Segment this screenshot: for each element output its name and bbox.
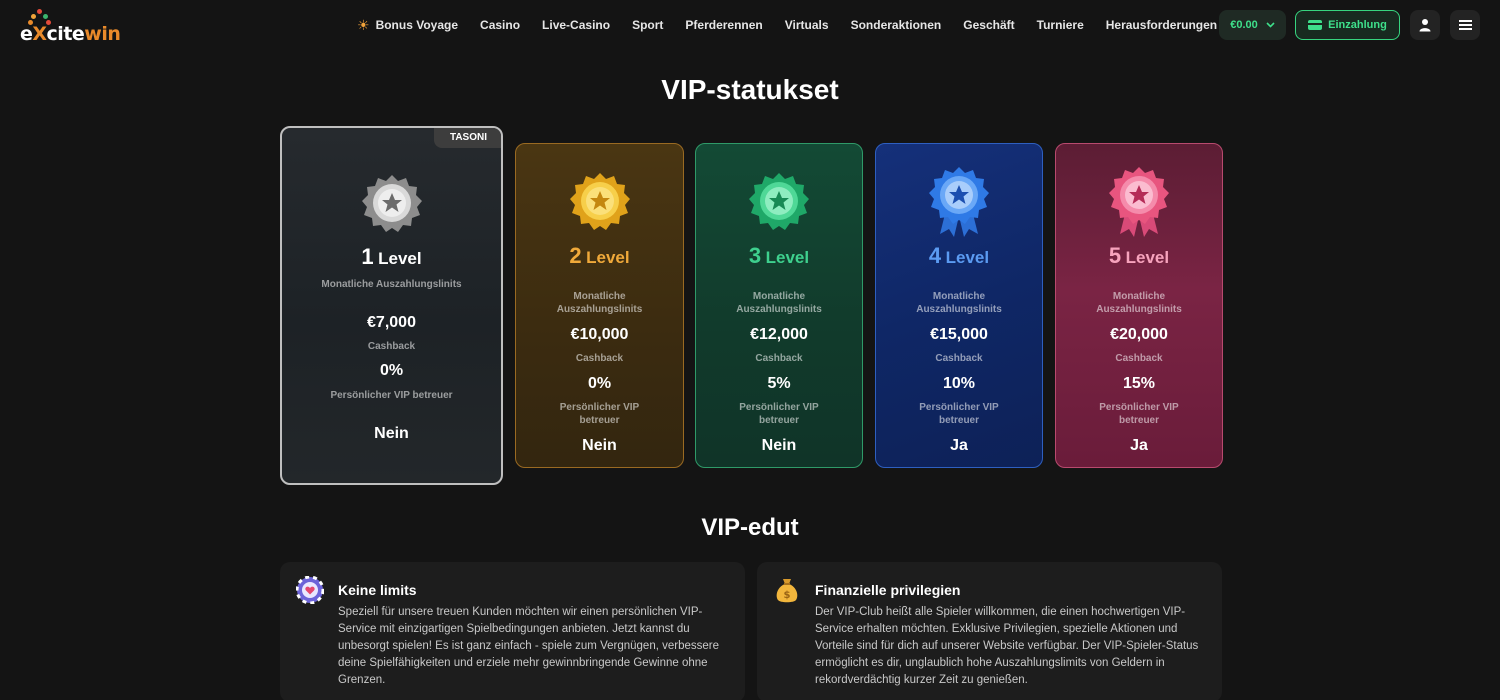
vip-manager-label: Persönlicher VIP betreuer <box>919 402 999 426</box>
hamburger-menu-icon <box>1458 20 1472 30</box>
nav-item-sport[interactable]: Sport <box>632 18 663 32</box>
vip-manager-value: Ja <box>950 437 968 454</box>
vip-status-title: VIP-statukset <box>661 74 839 105</box>
withdrawal-limit-value: €10,000 <box>570 326 629 343</box>
gold-medal-icon <box>569 173 630 230</box>
level-heading: 5 Level <box>1108 243 1170 268</box>
nav-item-virtuals[interactable]: Virtuals <box>785 18 829 32</box>
withdrawal-limit-value: €7,000 <box>367 314 416 331</box>
cashback-value: 0% <box>379 362 404 379</box>
nav-item-live-casino[interactable]: Live-Casino <box>542 18 610 32</box>
cashback-value: 10% <box>942 375 976 392</box>
vip-benefits-title: VIP-edut <box>701 514 799 541</box>
sun-icon: ☀ <box>357 16 370 33</box>
vip-manager-label: Persönlicher VIP betreuer <box>559 402 640 426</box>
vip-manager-label: Persönlicher VIP betreuer <box>739 402 819 426</box>
benefit-card-financial-privileges: $ Finanzielle privilegien Der VIP-Club h… <box>757 562 1222 700</box>
vip-card-level-5[interactable]: 5 Level Monatliche Auszahlungslinits €20… <box>1055 143 1223 468</box>
cashback-label: Cashback <box>935 353 983 364</box>
cashback-label: Cashback <box>755 353 803 364</box>
nav-label: Bonus Voyage <box>375 18 459 32</box>
withdrawal-limit-value: €15,000 <box>930 326 988 343</box>
credit-card-icon <box>1308 20 1323 30</box>
benefit-title: Finanzielle privilegien <box>815 582 961 598</box>
level-heading: 2 Level <box>569 243 630 268</box>
nav-item-promotions[interactable]: Sonderaktionen <box>851 18 942 32</box>
excitewin-logo[interactable]: eXcitewin <box>20 9 121 45</box>
withdrawal-limit-label: Monatliche Auszahlungslinits <box>916 291 1002 315</box>
deposit-label: Einzahlung <box>1328 19 1387 31</box>
vip-manager-value: Nein <box>582 437 617 454</box>
vip-card-level-4[interactable]: 4 Level Monatliche Auszahlungslinits €15… <box>875 143 1043 468</box>
vip-card-level-2[interactable]: 2 Level Monatliche Auszahlungslinits €10… <box>515 143 684 468</box>
menu-button[interactable] <box>1450 10 1480 40</box>
level-heading: 1 Level <box>361 244 422 269</box>
vip-manager-value: Nein <box>761 437 797 454</box>
nav-item-challenges[interactable]: Herausforderungen <box>1106 18 1217 32</box>
cashback-value: 15% <box>1122 375 1156 392</box>
top-header: eXcitewin ☀ Bonus Voyage Casino Live-Casi… <box>0 0 1500 50</box>
cashback-label: Cashback <box>1115 353 1163 364</box>
ruby-medal-icon <box>1109 167 1169 237</box>
sapphire-medal-icon <box>929 167 989 237</box>
withdrawal-limit-value: €12,000 <box>750 326 808 343</box>
vip-manager-label: Persönlicher VIP betreuer <box>1099 402 1179 426</box>
cashback-label: Cashback <box>575 353 624 364</box>
chevron-down-icon <box>1266 22 1275 28</box>
withdrawal-limit-label: Monatliche Auszahlungslinits <box>321 279 462 290</box>
withdrawal-limit-label: Monatliche Auszahlungslinits <box>556 291 643 315</box>
balance-value: €0.00 <box>1230 19 1258 31</box>
vip-card-level-1[interactable]: TASONI 1 Level Monatliche Auszahlungslin… <box>280 126 503 485</box>
balance-dropdown[interactable]: €0.00 <box>1219 10 1286 40</box>
cashback-label: Cashback <box>367 341 416 352</box>
withdrawal-limit-value: €20,000 <box>1110 326 1168 343</box>
level-heading: 4 Level <box>928 243 990 268</box>
user-icon <box>1419 19 1431 32</box>
emerald-medal-icon <box>749 173 809 230</box>
chip-heart-icon <box>296 576 324 604</box>
vip-card-level-3[interactable]: 3 Level Monatliche Auszahlungslinits €12… <box>695 143 863 468</box>
nav-item-casino[interactable]: Casino <box>480 18 520 32</box>
benefit-title: Keine limits <box>338 582 417 598</box>
withdrawal-limit-label: Monatliche Auszahlungslinits <box>1096 291 1182 315</box>
nav-item-bonus-voyage[interactable]: ☀ Bonus Voyage <box>357 17 458 34</box>
current-level-tag: TASONI <box>433 128 501 148</box>
nav-item-horse-racing[interactable]: Pferderennen <box>685 18 762 32</box>
cashback-value: 5% <box>767 375 791 392</box>
benefit-card-no-limits: Keine limits Speziell für unsere treuen … <box>280 562 745 700</box>
nav-item-tournaments[interactable]: Turniere <box>1037 18 1084 32</box>
vip-manager-value: Nein <box>374 425 409 442</box>
main-nav: ☀ Bonus Voyage Casino Live-Casino Sport P… <box>357 0 1239 50</box>
level-heading: 3 Level <box>748 243 810 268</box>
nav-item-shop[interactable]: Geschäft <box>963 18 1014 32</box>
silver-medal-icon <box>361 175 422 232</box>
withdrawal-limit-label: Monatliche Auszahlungslinits <box>736 291 822 315</box>
profile-button[interactable] <box>1410 10 1440 40</box>
logo-wordmark: eXcitewin <box>20 23 121 45</box>
svg-text:$: $ <box>784 590 791 601</box>
cashback-value: 0% <box>587 375 612 392</box>
vip-manager-label: Persönlicher VIP betreuer <box>330 390 453 401</box>
deposit-button[interactable]: Einzahlung <box>1295 10 1400 40</box>
benefit-description: Speziell für unsere treuen Kunden möchte… <box>338 606 719 686</box>
benefit-description: Der VIP-Club heißt alle Spieler willkomm… <box>815 606 1199 686</box>
vip-manager-value: Ja <box>1130 437 1148 454</box>
money-bag-icon: $ <box>776 579 798 603</box>
